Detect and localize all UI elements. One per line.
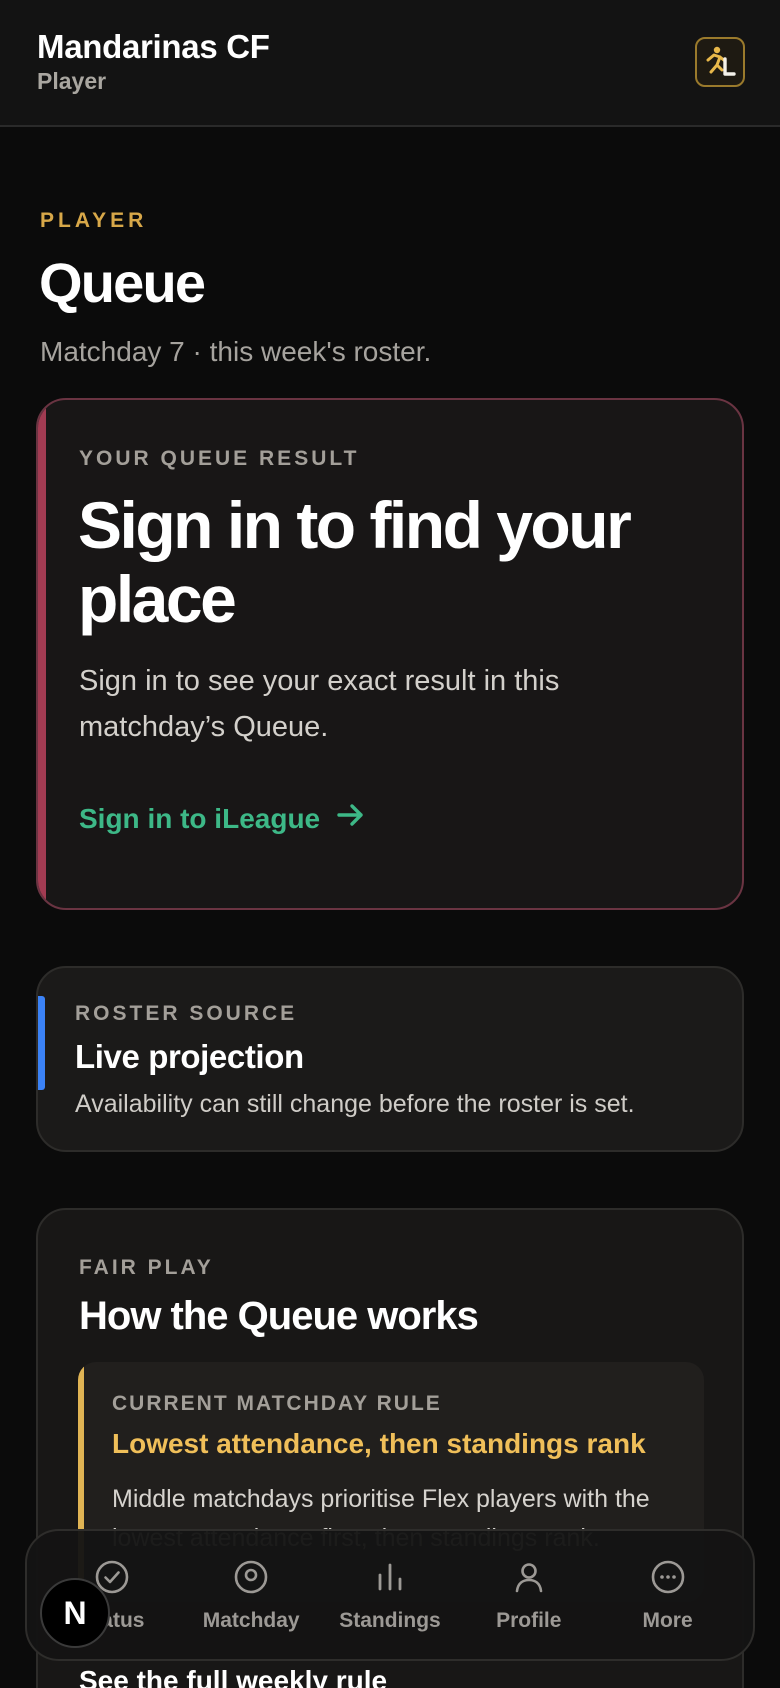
dev-tools-badge[interactable]: N <box>40 1578 110 1648</box>
queue-result-label: YOUR QUEUE RESULT <box>79 447 360 470</box>
app-title: Mandarinas CF <box>37 28 270 65</box>
roster-source-title: Live projection <box>75 1038 304 1075</box>
user-icon <box>509 1557 549 1597</box>
full-weekly-rule-link[interactable]: See the full weekly rule <box>79 1665 387 1688</box>
queue-result-heading: Sign in to find your place <box>78 488 632 636</box>
more-circle-icon <box>648 1557 688 1597</box>
sign-in-link-label: Sign in to iLeague <box>79 802 321 834</box>
nav-label: Profile <box>496 1609 562 1632</box>
app-subtitle: Player <box>37 68 107 94</box>
nav-label: Standings <box>339 1609 441 1632</box>
roster-source-label: ROSTER SOURCE <box>75 1002 298 1025</box>
queue-result-card: YOUR QUEUE RESULT Sign in to find your p… <box>36 398 744 910</box>
nav-label: More <box>642 1609 693 1632</box>
nav-item-standings[interactable]: Standings <box>325 1557 455 1633</box>
bottom-nav: Status Matchday Standings Profile More <box>25 1529 755 1661</box>
page-subtitle: Matchday 7 · this week's roster. <box>40 336 432 367</box>
current-rule-title: Lowest attendance, then standings rank <box>112 1428 646 1459</box>
page-title: Queue <box>39 251 206 314</box>
target-icon <box>231 1557 271 1597</box>
top-bar: Mandarinas CF Player <box>0 0 780 127</box>
queue-result-body: Sign in to see your exact result in this… <box>79 665 560 743</box>
card-accent-bar <box>38 400 46 908</box>
ileague-logo-icon[interactable] <box>695 37 745 87</box>
current-rule-label: CURRENT MATCHDAY RULE <box>112 1392 442 1415</box>
sign-in-link[interactable]: Sign in to iLeague <box>79 800 366 837</box>
nav-label: Matchday <box>202 1609 300 1632</box>
page-eyebrow: PLAYER <box>40 209 148 232</box>
roster-source-body: Availability can still change before the… <box>75 1090 635 1118</box>
card-accent-bar <box>38 996 45 1090</box>
arrow-right-icon <box>336 800 366 837</box>
fair-play-title: How the Queue works <box>79 1294 479 1338</box>
bar-chart-icon <box>370 1557 410 1597</box>
nav-item-matchday[interactable]: Matchday <box>186 1557 316 1633</box>
roster-source-card: ROSTER SOURCE Live projection Availabili… <box>36 966 744 1152</box>
fair-play-label: FAIR PLAY <box>79 1256 214 1279</box>
nav-item-more[interactable]: More <box>603 1557 733 1633</box>
nav-item-profile[interactable]: Profile <box>464 1557 594 1633</box>
